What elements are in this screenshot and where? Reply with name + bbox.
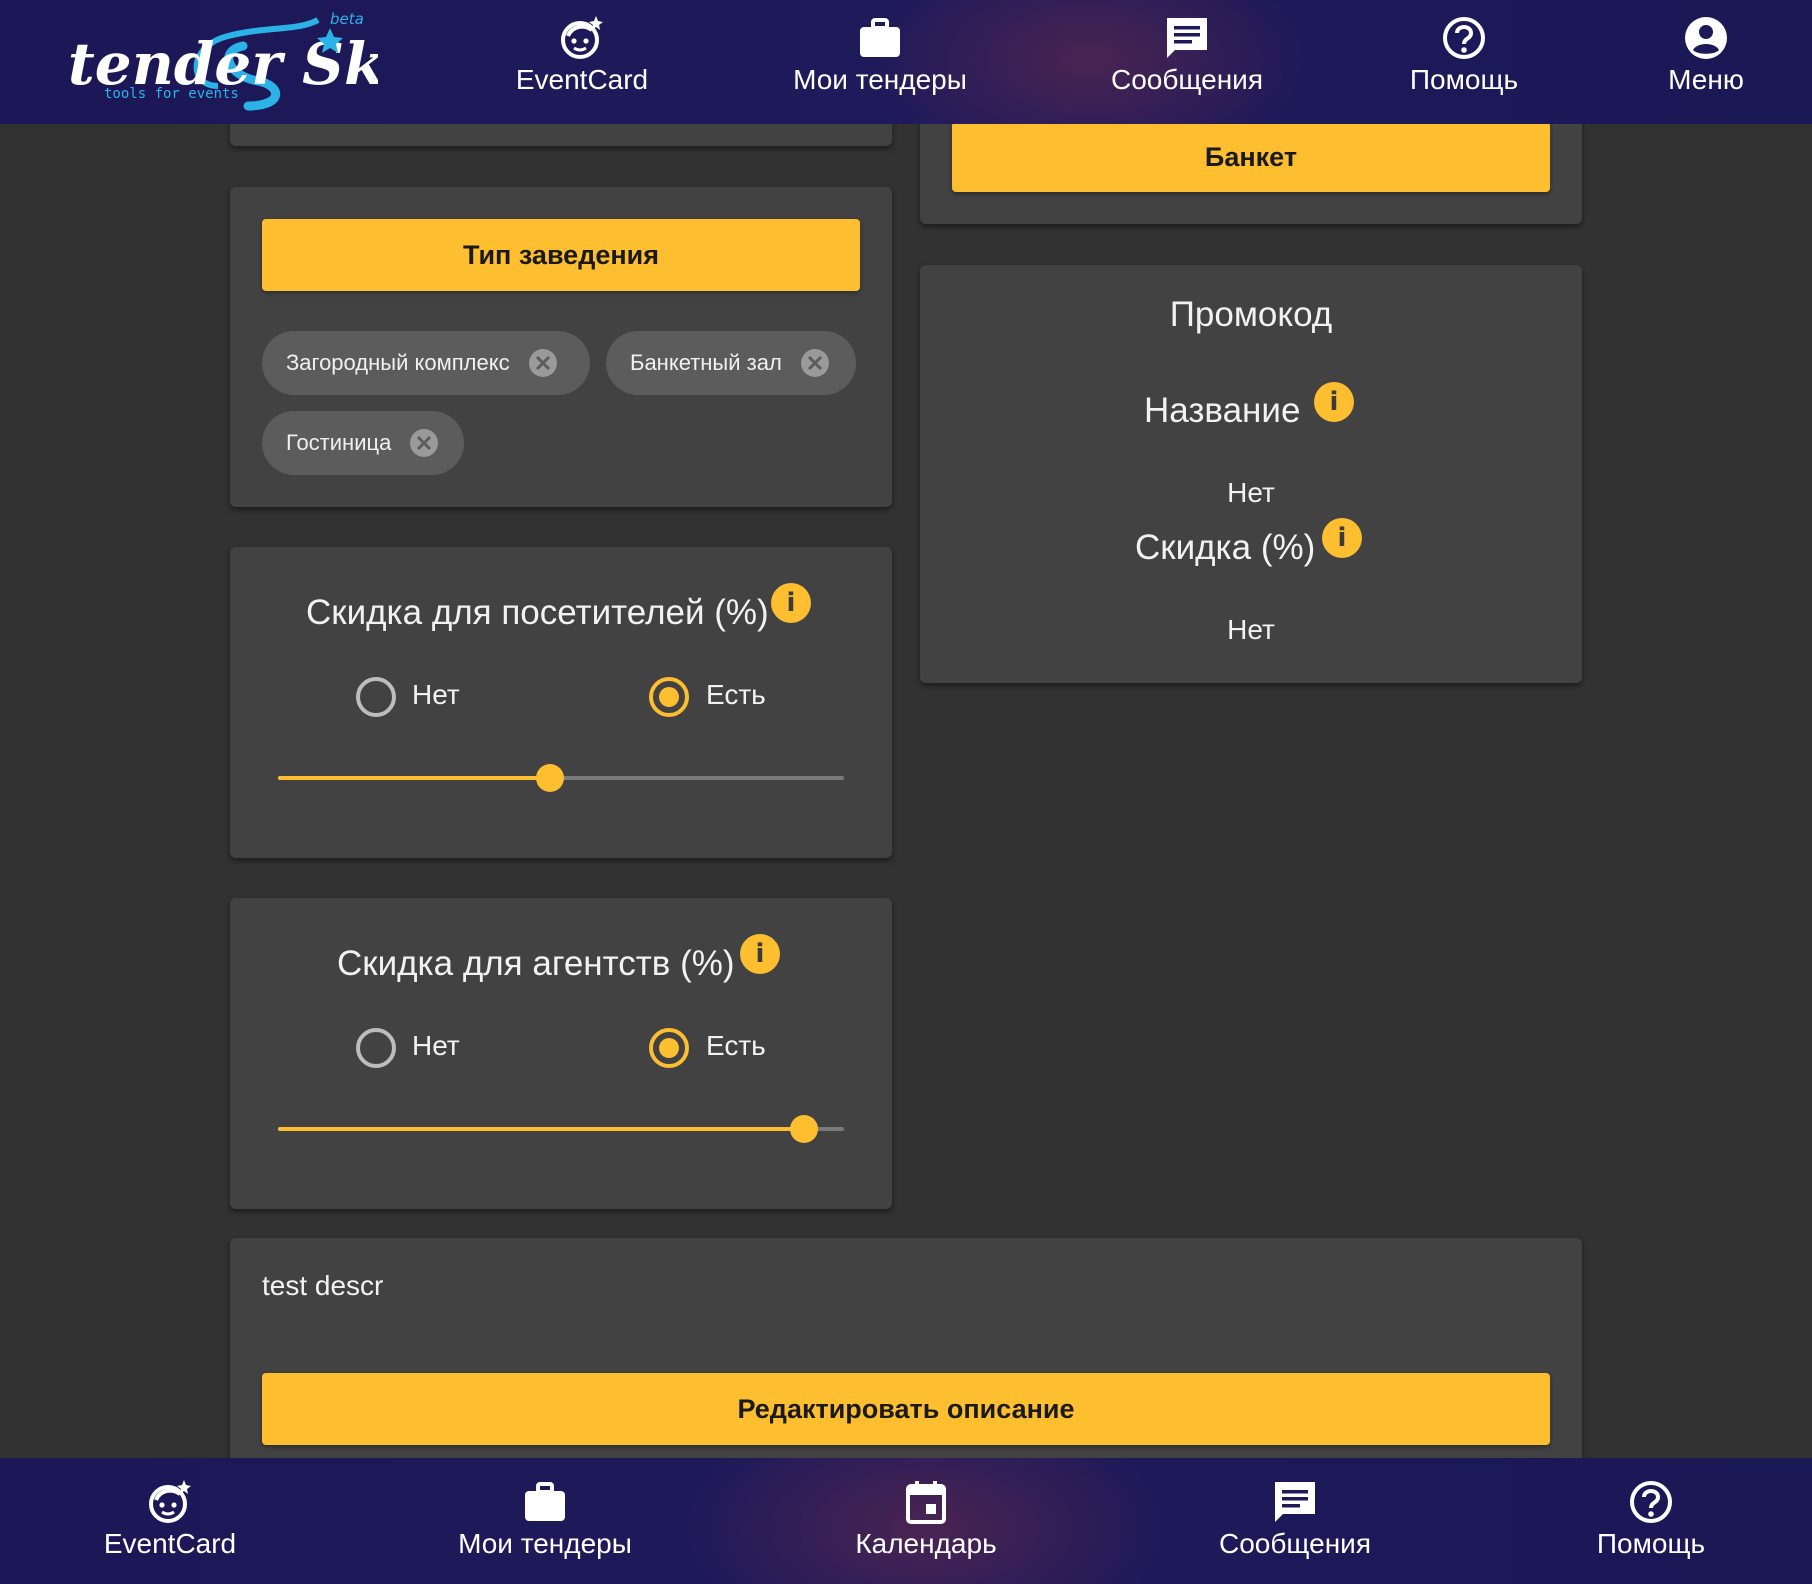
remove-chip-icon[interactable] [528,348,558,378]
message-icon [1167,18,1207,58]
nav-menu-label: Меню [1668,64,1744,95]
eventcard-icon [561,16,603,59]
chip-country-complex[interactable]: Загородный комплекс [262,331,590,395]
help-icon [1630,1481,1672,1523]
slider-thumb[interactable] [535,764,564,792]
promo-title: Промокод [1169,295,1333,334]
bottom-nav-label: Мои тендеры [458,1528,632,1559]
bottom-navigation-bar: EventCard Мои тендеры Календарь Сообщени… [0,1458,1812,1584]
remove-chip-icon[interactable] [409,428,439,458]
nav-eventcard-label: EventCard [515,64,649,95]
agency-discount-radio-yes[interactable] [649,1028,689,1068]
bottom-nav-messages[interactable]: Сообщения [1210,1478,1380,1560]
radio-label-yes: Есть [706,679,766,710]
radio-label-yes: Есть [706,1030,766,1061]
bottom-nav-calendar[interactable]: Календарь [842,1478,1010,1560]
venue-type-button[interactable]: Тип заведения [262,219,860,291]
bottom-nav-label: Сообщения [1219,1528,1371,1559]
visitor-discount-slider[interactable] [278,764,844,792]
account-icon [1685,17,1727,59]
bottom-nav-help[interactable]: Помощь [1586,1478,1716,1560]
nav-menu[interactable]: Меню [1656,14,1756,96]
slider-fill [278,1127,805,1131]
slider-thumb[interactable] [790,1115,819,1143]
nav-help-label: Помощь [1409,64,1519,95]
description-card: test descr Редактировать описание [230,1238,1582,1478]
info-icon[interactable]: i [1314,382,1354,422]
nav-messages[interactable]: Сообщения [1104,14,1270,96]
info-icon[interactable]: i [740,934,780,974]
remove-chip-icon[interactable] [800,348,830,378]
edit-description-button[interactable]: Редактировать описание [262,1373,1550,1445]
message-icon [1275,1482,1315,1522]
nav-my-tenders[interactable]: Мои тендеры [782,14,978,96]
visitor-discount-radio-no[interactable] [356,677,396,717]
radio-label-no: Нет [412,679,460,710]
agency-discount-radio-no[interactable] [356,1028,396,1068]
visitor-discount-radio-yes[interactable] [649,677,689,717]
bottom-nav-my-tenders[interactable]: Мои тендеры [440,1478,650,1560]
info-icon[interactable]: i [1322,518,1362,558]
visitor-discount-card: Скидка для посетителей (%) i Нет Есть [230,547,892,858]
logo-beta-badge: beta [330,10,364,28]
top-navigation-bar: tender Sky tools for events beta EventCa… [0,0,1812,124]
help-icon [1443,17,1485,59]
calendar-icon [906,1481,946,1524]
description-text: test descr [262,1270,384,1301]
chip-label: Гостиница [286,430,392,455]
tendersky-logo[interactable]: tender Sky tools for events beta [68,6,422,118]
bottom-nav-eventcard[interactable]: EventCard [90,1478,250,1560]
promo-discount-value: Нет [1227,614,1275,645]
chip-hotel[interactable]: Гостиница [262,411,464,475]
bottom-nav-label: EventCard [103,1528,237,1559]
bottom-nav-label: Календарь [855,1528,997,1559]
agency-discount-title: Скидка для агентств (%) [337,944,735,983]
visitor-discount-title: Скидка для посетителей (%) [306,593,769,632]
bottom-nav-label: Помощь [1596,1528,1706,1559]
venue-type-card: Тип заведения Загородный комплекс Банкет… [230,187,892,507]
agency-discount-card: Скидка для агентств (%) i Нет Есть [230,898,892,1209]
nav-messages-label: Сообщения [1111,64,1263,95]
nav-eventcard[interactable]: EventCard [512,14,652,96]
slider-fill [278,776,550,780]
promo-discount-label: Скидка (%) [1135,528,1316,567]
banquet-button[interactable]: Банкет [952,122,1550,192]
info-icon[interactable]: i [771,583,811,623]
nav-my-tenders-label: Мои тендеры [793,64,967,95]
promo-name-value: Нет [1227,477,1275,508]
promo-name-label: Название [1144,391,1301,430]
chip-banquet-hall[interactable]: Банкетный зал [606,331,856,395]
eventcard-icon [149,1480,191,1523]
nav-help[interactable]: Помощь [1400,14,1528,96]
chip-label: Загородный комплекс [286,350,510,375]
logo-tagline: tools for events [104,86,239,102]
radio-label-no: Нет [412,1030,460,1061]
agency-discount-slider[interactable] [278,1115,844,1143]
briefcase-icon [860,18,900,57]
chip-label: Банкетный зал [630,350,782,375]
briefcase-icon [525,1482,565,1521]
promo-card: Промокод Название i Нет Скидка (%) i Нет [920,265,1582,683]
